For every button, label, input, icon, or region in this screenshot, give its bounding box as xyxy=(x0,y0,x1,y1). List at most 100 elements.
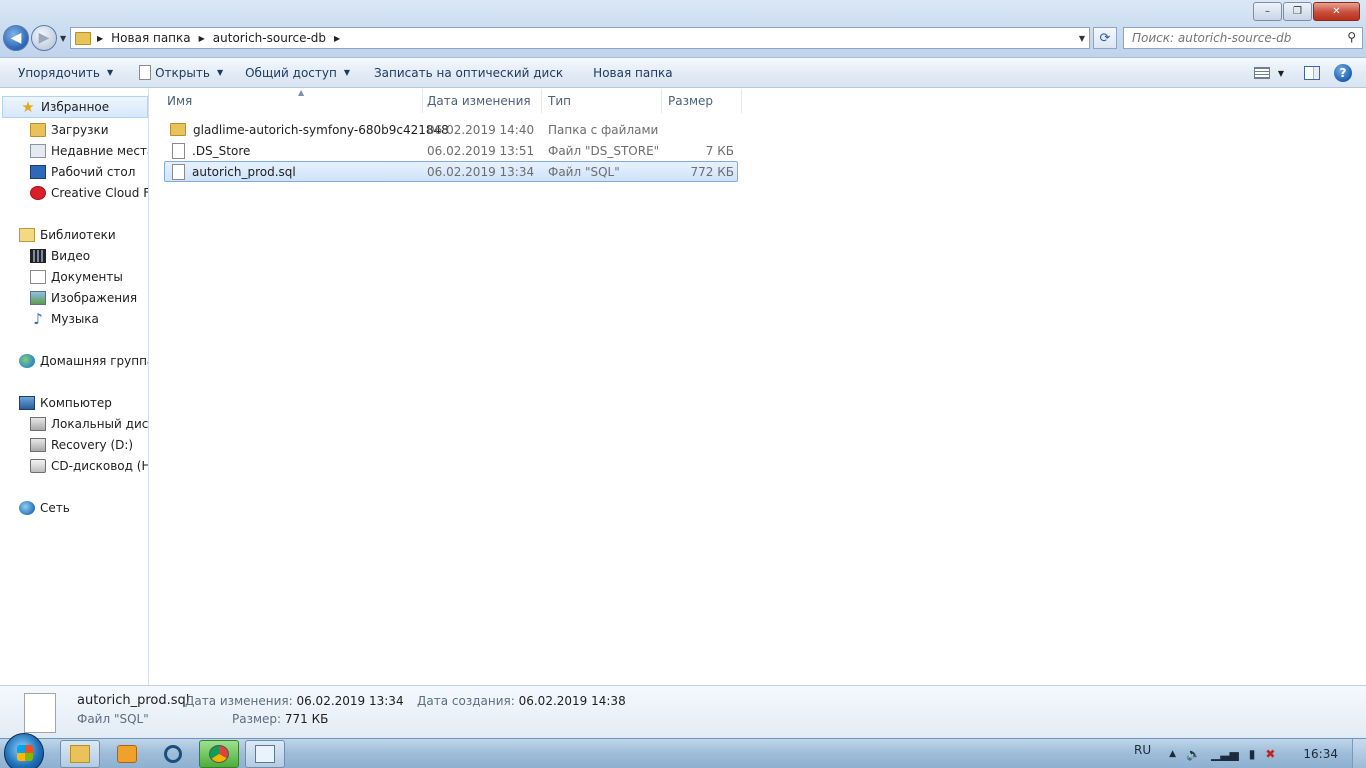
view-options-icon[interactable] xyxy=(1253,67,1270,79)
details-created-label: Дата создания: xyxy=(417,694,515,708)
system-tray: RU ▲ 🔈 ▁▃▅ ▮ ✖ 16:34 xyxy=(1134,739,1366,768)
file-size: 772 КБ xyxy=(690,164,734,179)
signal-bars-icon[interactable]: ▁▃▅ xyxy=(1211,747,1239,761)
recent-places-icon xyxy=(30,143,46,158)
column-type-label: Тип xyxy=(548,94,571,108)
show-desktop-button[interactable] xyxy=(1352,739,1366,768)
breadcrumb-arrow-icon[interactable]: ▶ xyxy=(334,34,340,43)
nav-item-recovery[interactable]: Recovery (D:) xyxy=(30,434,133,455)
breadcrumb-item[interactable]: autorich-source-db xyxy=(213,31,326,45)
table-row-selected[interactable]: autorich_prod.sql 06.02.2019 13:34 Файл … xyxy=(164,161,738,182)
nav-item-desktop[interactable]: Рабочий стол xyxy=(30,161,135,182)
libraries-icon xyxy=(19,227,35,242)
chrome-icon xyxy=(209,745,229,763)
file-date: 06.02.2019 13:51 xyxy=(427,143,535,158)
forward-button[interactable]: ▶ xyxy=(31,25,57,51)
table-row[interactable]: .DS_Store 06.02.2019 13:51 Файл "DS_STOR… xyxy=(164,140,738,161)
breadcrumb-arrow-icon[interactable]: ▶ xyxy=(97,34,103,43)
nav-item-recent-places[interactable]: Недавние места xyxy=(30,140,148,161)
language-indicator[interactable]: RU xyxy=(1134,743,1151,757)
details-size-value: 771 КБ xyxy=(284,712,329,726)
search-input[interactable] xyxy=(1132,31,1332,45)
address-dropdown-icon[interactable]: ▼ xyxy=(1079,34,1085,43)
file-name: .DS_Store xyxy=(192,143,251,158)
nav-homegroup-label: Домашняя группа xyxy=(40,353,149,368)
minimize-button[interactable]: – xyxy=(1253,2,1282,21)
taskbar-explorer[interactable] xyxy=(60,740,100,768)
nav-item-label: Creative Cloud Files xyxy=(51,185,149,200)
maximize-button[interactable]: ❐ xyxy=(1283,2,1312,21)
file-date: 06.02.2019 13:34 xyxy=(427,164,535,179)
clock[interactable]: 16:34 xyxy=(1303,747,1338,761)
navigation-buttons: ◀ ▶ ▼ xyxy=(3,25,66,51)
share-button[interactable]: Общий доступ ▼ xyxy=(236,58,359,88)
new-folder-button[interactable]: Новая папка xyxy=(584,58,681,88)
nav-computer-label: Компьютер xyxy=(40,395,112,410)
recent-pages-dropdown[interactable]: ▼ xyxy=(60,34,66,43)
nav-computer[interactable]: Компьютер xyxy=(19,392,112,413)
column-header-type[interactable]: Тип xyxy=(542,89,662,113)
burn-disc-button[interactable]: Записать на оптический диск xyxy=(365,58,572,88)
volume-icon[interactable]: 🔈 xyxy=(1186,747,1201,761)
column-header-date[interactable]: Дата изменения xyxy=(421,89,542,113)
close-button[interactable]: ✕ xyxy=(1313,2,1360,21)
nav-item-label: Изображения xyxy=(51,290,138,305)
notepad-icon xyxy=(255,745,275,763)
file-name-cell: .DS_Store xyxy=(170,140,250,161)
column-size-label: Размер xyxy=(668,94,714,108)
star-icon: ★ xyxy=(21,98,35,116)
file-size xyxy=(668,119,734,140)
nav-network-label: Сеть xyxy=(40,500,70,515)
open-button[interactable]: Открыть ▼ xyxy=(130,58,232,88)
homegroup-icon xyxy=(19,353,35,368)
nav-item-documents[interactable]: Документы xyxy=(30,266,123,287)
details-filetype: Файл "SQL" xyxy=(77,712,149,726)
navigation-pane: ★ Избранное Загрузки Недавние места Рабо… xyxy=(0,89,149,685)
nav-network[interactable]: Сеть xyxy=(19,497,70,518)
back-button[interactable]: ◀ xyxy=(3,25,29,51)
nav-item-music[interactable]: ♪ Музыка xyxy=(30,308,99,329)
nav-libraries[interactable]: Библиотеки xyxy=(19,224,116,245)
address-bar[interactable]: ▶ Новая папка ▶ autorich-source-db ▶ ▼ xyxy=(70,27,1090,49)
column-header-name[interactable]: Имя ▲ xyxy=(161,88,423,113)
taskbar-chrome[interactable] xyxy=(199,740,239,768)
taskbar-media-player[interactable] xyxy=(107,740,147,768)
details-size: Размер: 771 КБ xyxy=(232,712,328,726)
preview-pane-icon[interactable] xyxy=(1304,66,1320,80)
nav-item-local-disk[interactable]: Локальный диск (C:) xyxy=(30,413,148,434)
desktop-icon xyxy=(30,164,46,179)
organize-button[interactable]: Упорядочить ▼ xyxy=(0,58,122,88)
explorer-icon xyxy=(70,745,90,763)
chevron-down-icon[interactable]: ▼ xyxy=(1278,69,1284,78)
power-icon[interactable]: ▮ xyxy=(1249,747,1256,761)
details-modified: Дата изменения: 06.02.2019 13:34 xyxy=(185,694,404,708)
refresh-button[interactable]: ⟳ xyxy=(1093,27,1117,49)
nav-homegroup[interactable]: Домашняя группа xyxy=(19,350,149,371)
tray-expand-icon[interactable]: ▲ xyxy=(1169,749,1176,759)
start-button[interactable] xyxy=(4,733,44,768)
nav-item-cd-drive[interactable]: CD-дисковод (H:) xyxy=(30,455,148,476)
file-name-cell: gladlime-autorich-symfony-680b9c421848 xyxy=(170,119,449,140)
search-icon[interactable]: ⚲ xyxy=(1347,30,1356,44)
help-icon[interactable]: ? xyxy=(1334,64,1352,82)
taskbar-notepad[interactable] xyxy=(245,740,285,768)
table-row[interactable]: gladlime-autorich-symfony-680b9c421848 0… xyxy=(164,119,738,140)
folder-icon xyxy=(170,123,186,136)
nav-item-images[interactable]: Изображения xyxy=(30,287,137,308)
nav-favorites[interactable]: ★ Избранное xyxy=(2,96,148,118)
breadcrumb-item[interactable]: Новая папка xyxy=(111,31,190,45)
breadcrumb-arrow-icon[interactable]: ▶ xyxy=(199,34,205,43)
nav-libraries-label: Библиотеки xyxy=(40,227,116,242)
nav-item-creative-cloud[interactable]: Creative Cloud Files xyxy=(30,182,149,203)
taskbar-sync-app[interactable] xyxy=(153,740,193,768)
nav-favorites-label: Избранное xyxy=(41,100,110,114)
search-box[interactable]: ⚲ xyxy=(1123,27,1363,49)
nav-item-downloads[interactable]: Загрузки xyxy=(30,119,109,140)
pictures-icon xyxy=(30,290,46,305)
nav-item-video[interactable]: Видео xyxy=(30,245,90,266)
network-error-icon[interactable]: ✖ xyxy=(1265,747,1275,761)
details-filename: autorich_prod.sql xyxy=(77,693,190,708)
file-type: Файл "SQL" xyxy=(548,164,620,179)
nav-item-label: Музыка xyxy=(51,311,99,326)
column-header-size[interactable]: Размер xyxy=(662,89,742,113)
